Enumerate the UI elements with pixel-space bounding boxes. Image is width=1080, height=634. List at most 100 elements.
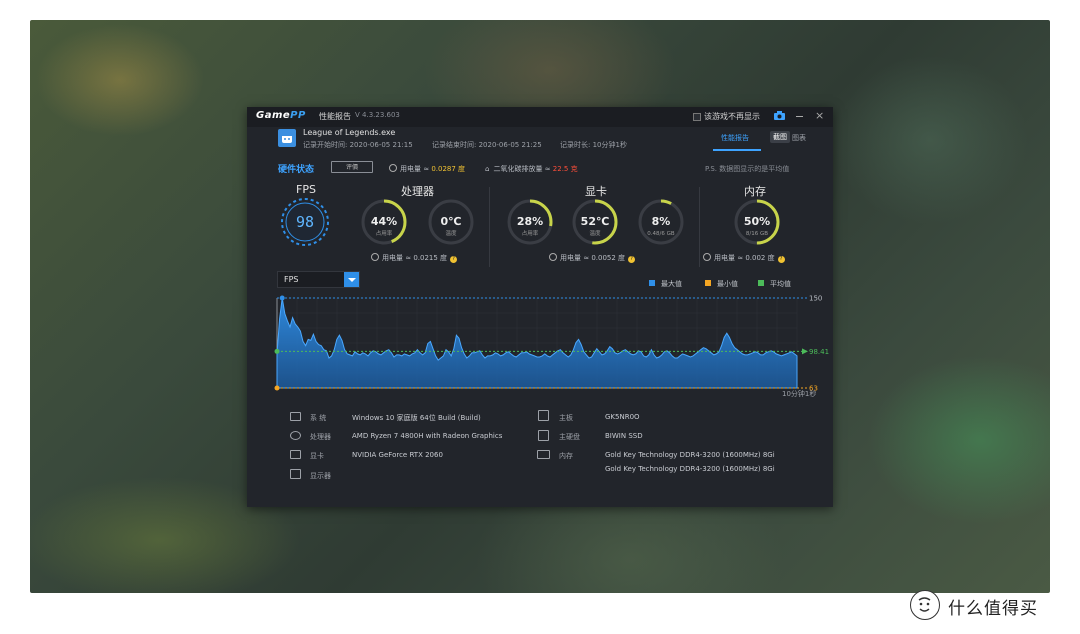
board-value: GK5NR0O	[605, 413, 640, 421]
record-length: 记录时长: 10分钟1秒	[560, 141, 627, 149]
cpu-value: AMD Ryzen 7 4800H with Radeon Graphics	[352, 432, 503, 440]
cpu-usage-label: 占用率	[376, 229, 393, 237]
power-icon	[371, 253, 379, 261]
memory-power: 用电量 ≈ 0.002 度?	[703, 253, 785, 263]
legend-swatch	[705, 280, 711, 286]
ps-note: P.S. 数据图显示的是平均值	[705, 165, 790, 173]
section-divider	[699, 187, 700, 267]
max-tick-label: 150	[809, 295, 822, 303]
cpu-usage-value: 44%	[371, 215, 397, 228]
cpu-temp-gauge: 0℃ 温度	[428, 199, 474, 245]
version-label: V 4.3.23.603	[355, 111, 400, 119]
memory-gauge: 50% 8/16 GB	[734, 199, 780, 245]
gamepp-performance-report-window: GamePP 性能报告 V 4.3.23.603 该游戏不再显示 × Leagu…	[247, 107, 833, 507]
legend-avg: 平均值	[758, 279, 791, 289]
hardware-status-title: 硬件状态	[278, 165, 315, 175]
ram-label: 内存	[559, 452, 573, 460]
power-icon	[389, 164, 397, 172]
memory-section-title: 内存	[744, 185, 766, 198]
chart-duration-label: 10分钟1秒	[782, 389, 816, 397]
gpu-temp-gauge: 52℃ 温度	[572, 199, 618, 245]
hide-game-label[interactable]: 该游戏不再显示	[704, 111, 760, 122]
board-label: 主板	[559, 414, 573, 422]
gpu-usage-label: 占用率	[522, 229, 539, 237]
min-point	[274, 385, 280, 391]
cpu-section-title: 处理器	[401, 185, 434, 198]
evaluate-button[interactable]: 评價	[331, 161, 373, 173]
title-bar: GamePP 性能报告 V 4.3.23.603 该游戏不再显示 ×	[247, 107, 833, 127]
gpu-temp-label: 温度	[589, 229, 601, 237]
ram-value-2: Gold Key Technology DDR4-3200 (1600MHz) …	[605, 465, 775, 473]
os-value: Windows 10 家庭版 64位 Build (Build)	[352, 414, 481, 422]
legend-min: 最小值	[705, 279, 738, 289]
leaf-icon: ⌂	[485, 165, 490, 173]
tab-performance-report[interactable]: 性能报告	[721, 133, 749, 143]
gpu-label: 显卡	[310, 452, 324, 460]
power-icon	[703, 253, 711, 261]
avg-point	[274, 348, 280, 354]
avg-tick-label: 98.41	[809, 348, 829, 356]
gpu-power: 用电量 ≈ 0.0052 度?	[549, 253, 636, 263]
tab-chart[interactable]: 图表	[792, 133, 806, 143]
close-button[interactable]: ×	[815, 109, 824, 123]
cpu-temp-value: 0℃	[441, 215, 462, 228]
cpu-power: 用电量 ≈ 0.0215 度?	[371, 253, 458, 263]
legend-swatch	[758, 280, 764, 286]
cpu-icon	[290, 431, 301, 440]
legend-max: 最大值	[649, 279, 682, 289]
fps-gauge: 98	[281, 198, 329, 246]
disk-label: 主硬盘	[559, 433, 580, 441]
disk-value: BIWIN SSD	[605, 432, 643, 440]
smzdm-logo-icon	[910, 590, 940, 620]
hide-game-checkbox[interactable]	[693, 113, 701, 121]
fps-value: 98	[296, 213, 314, 231]
monitor-label: 显示器	[310, 472, 331, 480]
gpu-temp-value: 52℃	[581, 215, 610, 228]
memory-icon	[537, 450, 550, 459]
gpu-value: NVIDIA GeForce RTX 2060	[352, 451, 443, 459]
fps-area-chart: 150 98.41 63 10分钟1秒	[274, 295, 829, 397]
gpu-memory-value: 8%	[652, 215, 671, 228]
gpu-section-title: 显卡	[585, 185, 607, 198]
avg-arrow-icon	[802, 348, 808, 355]
help-icon[interactable]: ?	[777, 256, 785, 263]
gpu-memory-gauge: 8% 0.48/6 GB	[638, 199, 684, 245]
active-tab-indicator	[713, 149, 761, 151]
power-icon	[549, 253, 557, 261]
chevron-down-icon[interactable]	[344, 272, 359, 287]
gpu-usage-value: 28%	[517, 215, 543, 228]
help-icon[interactable]: ?	[628, 256, 636, 263]
system-icon	[290, 412, 301, 421]
gpu-usage-gauge: 28% 占用率	[507, 199, 553, 245]
section-divider	[489, 187, 490, 267]
legend-swatch	[649, 280, 655, 286]
monitor-icon	[290, 469, 301, 479]
co2-emission: ⌂ 二氧化碳排放量 ≈ 22.5 克	[485, 165, 578, 173]
help-icon[interactable]: ?	[450, 256, 458, 263]
metric-select-value: FPS	[284, 275, 299, 284]
minimize-button[interactable]	[796, 116, 803, 117]
memory-label: 8/16 GB	[746, 231, 768, 237]
smzdm-watermark: 什么值得买	[910, 589, 1060, 625]
ram-value-1: Gold Key Technology DDR4-3200 (1600MHz) …	[605, 451, 775, 459]
max-point	[279, 295, 285, 301]
cpu-label: 处理器	[310, 433, 331, 441]
fps-section-title: FPS	[296, 183, 316, 196]
total-power: 用电量 ≈ 0.0287 度	[389, 164, 465, 174]
camera-icon[interactable]	[774, 111, 785, 120]
game-name: League of Legends.exe	[303, 128, 396, 137]
gamepp-logo: GamePP	[256, 110, 306, 121]
window-title: 性能报告	[319, 112, 351, 121]
cpu-temp-label: 温度	[445, 229, 457, 237]
memory-value: 50%	[744, 215, 770, 228]
gpu-memory-label: 0.48/6 GB	[647, 231, 675, 237]
metric-select[interactable]: FPS	[277, 271, 360, 288]
disk-icon	[538, 430, 549, 441]
game-app-icon	[278, 129, 296, 147]
motherboard-icon	[538, 410, 549, 421]
record-end: 记录结束时间: 2020-06-05 21:25	[432, 141, 542, 149]
cpu-usage-gauge: 44% 占用率	[361, 199, 407, 245]
tab-screenshot[interactable]: 截图	[770, 131, 790, 143]
gpu-icon	[290, 450, 301, 459]
record-start: 记录开始时间: 2020-06-05 21:15	[303, 141, 413, 149]
